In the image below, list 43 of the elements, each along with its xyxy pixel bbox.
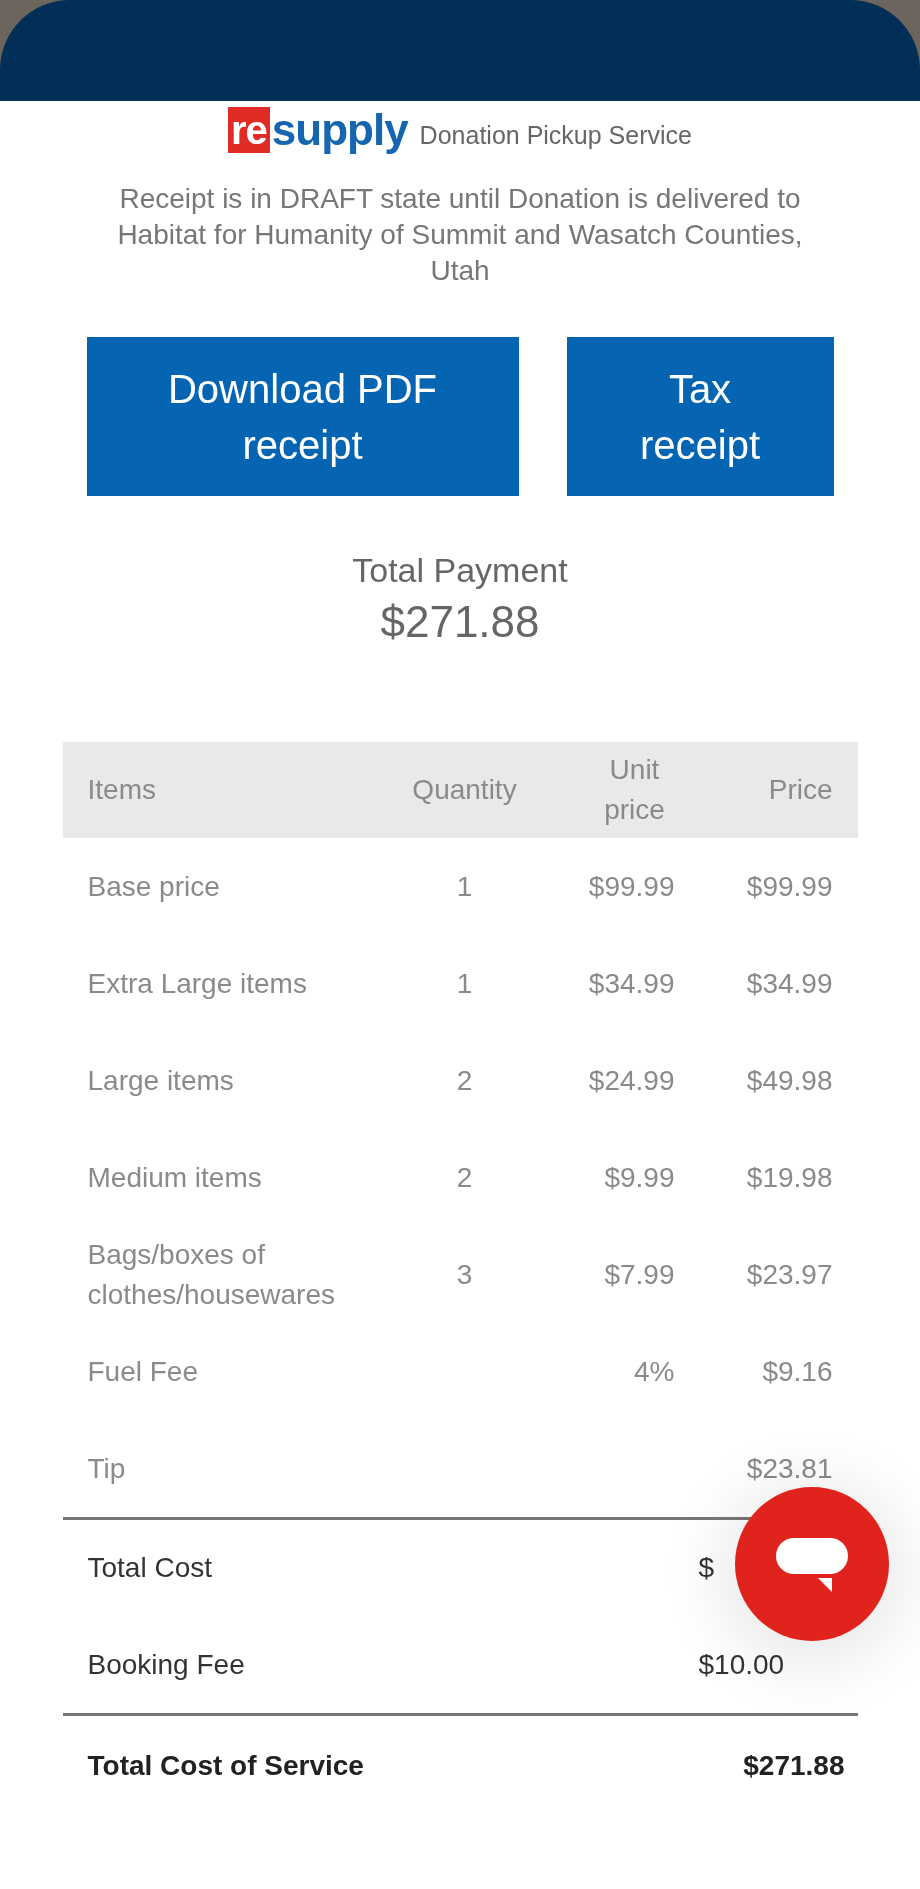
table-cell-text: $9.16 — [761, 1354, 833, 1389]
logo-wordmark: supply — [271, 107, 408, 153]
table-cell-text: 1 — [455, 966, 474, 1001]
total-payment-amount: $271.88 — [380, 596, 540, 648]
table-cell-text: 3 — [455, 1257, 474, 1292]
table-cell-text: Extra Large items — [87, 966, 308, 1001]
column-header: Quantity — [411, 773, 518, 807]
table-cell-text: $99.99 — [587, 869, 675, 904]
draft-notice: Receipt is in DRAFT state until Donation is delivered to Habitat for Humanity of Summit and Wasatch Counties, Utah — [116, 182, 804, 288]
table-cell-text: $34.99 — [587, 966, 675, 1001]
table-cell-text: Base price — [87, 869, 221, 904]
table-cell-text: Fuel Fee — [87, 1354, 199, 1389]
table-cell-text: $10.00 — [698, 1647, 785, 1682]
logo-tagline: Donation Pickup Service — [419, 120, 692, 151]
table-cell-text: 2 — [455, 1160, 474, 1195]
table-cell-text: $49.98 — [745, 1063, 833, 1098]
table-cell-text: $271.88 — [742, 1749, 845, 1783]
logo-mark: re — [228, 107, 270, 153]
table-cell-text: Bags/boxes of clothes/housewares — [87, 1237, 336, 1312]
column-header: Items — [87, 773, 157, 807]
table-cell-text: $99.99 — [745, 869, 833, 904]
table-cell-text: $ — [698, 1551, 715, 1585]
table-cell-text: $19.98 — [745, 1160, 833, 1195]
table-cell-text: Booking Fee — [87, 1647, 246, 1682]
table-cell-text: $7.99 — [603, 1257, 675, 1292]
table-cell-text: Tip — [87, 1451, 127, 1486]
column-header: Unit price — [603, 753, 666, 827]
table-cell-text: 4% — [633, 1354, 675, 1389]
total-payment-label: Total Payment — [352, 550, 568, 591]
table-cell-text: Medium items — [87, 1160, 263, 1195]
table-cell-text: 1 — [455, 869, 474, 904]
table-cell-text: Total Cost of Service — [87, 1749, 365, 1783]
receipt-button[interactable]: Tax receipt — [566, 337, 834, 496]
table-cell-text: $23.81 — [745, 1451, 833, 1486]
table-cell-text: Large items — [87, 1063, 235, 1098]
table-cell-text: $9.99 — [603, 1160, 675, 1195]
table-cell-text: $34.99 — [745, 966, 833, 1001]
table-cell-text: 2 — [455, 1063, 474, 1098]
table-cell-text: $23.97 — [745, 1257, 833, 1292]
table-cell-text: $24.99 — [587, 1063, 675, 1098]
table-cell-text: Total Cost — [87, 1551, 213, 1585]
column-header: Price — [767, 773, 833, 807]
receipt-button[interactable]: Download PDF receipt — [86, 337, 519, 496]
